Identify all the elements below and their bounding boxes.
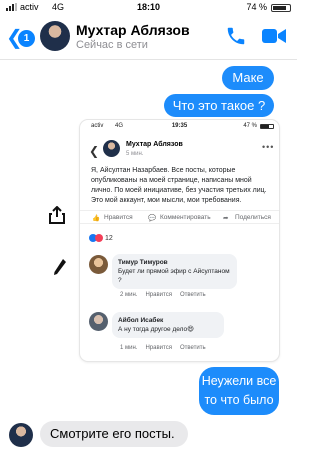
contact-status: Сейчас в сети — [76, 39, 148, 51]
message-outgoing[interactable]: Что это такое ? — [164, 94, 274, 117]
post-time: 5 мин. — [126, 151, 144, 157]
message-text: Маке — [232, 70, 264, 85]
comment-time: 1 мин. — [120, 345, 138, 351]
comment: Тимур Тимуров Будет ли прямой эфир с Айс… — [112, 254, 237, 289]
comment-reply: Ответить — [179, 345, 206, 351]
comment-meta: 1 мин. Нравится Ответить — [120, 345, 214, 351]
comment-like: Нравится — [145, 345, 172, 351]
reaction-count: 12 — [104, 234, 113, 242]
avatar[interactable] — [40, 21, 70, 51]
message-text: Неужели все то что было написано и сдела… — [201, 374, 277, 445]
comment-reply: Ответить — [179, 292, 206, 298]
message-outgoing[interactable]: Маке — [222, 66, 274, 90]
message-outgoing[interactable]: Неужели все то что было написано и сдела… — [199, 367, 279, 445]
chat-header: ❮ 1 Мухтар Аблязов Сейчас в сети — [0, 18, 297, 60]
comment-like: Нравится — [145, 292, 172, 298]
screenshot-status-bar: activ 4G 19:35 47 % — [80, 120, 279, 132]
comment-author: Айбол Исабек — [118, 317, 164, 324]
like-label: Нравится — [104, 214, 133, 221]
share-label: Поделиться — [235, 214, 271, 221]
share-icon[interactable] — [49, 206, 65, 224]
post-text: Я, Айсултан Назарбаев. Все посты, которы… — [91, 167, 267, 204]
comment-author: Тимур Тимуров — [118, 259, 168, 266]
pencil-icon[interactable] — [53, 258, 67, 276]
message-text: Смотрите его посты. — [50, 426, 175, 441]
video-camera-icon[interactable] — [262, 27, 286, 45]
avatar[interactable] — [9, 423, 33, 447]
attached-screenshot[interactable]: activ 4G 19:35 47 % ❮ Мухтар Аблязов 5 м… — [80, 120, 279, 361]
comment-text: Будет ли прямой эфир с Айсултаном ? — [118, 268, 230, 284]
message-text: Что это такое ? — [172, 98, 266, 113]
comment-time: 2 мин. — [120, 292, 138, 298]
battery-icon — [271, 4, 291, 12]
reactions: 12 — [89, 234, 113, 242]
comment-meta: 2 мин. Нравится Ответить — [120, 292, 214, 298]
message-incoming[interactable]: Смотрите его посты. — [40, 421, 188, 447]
unread-badge[interactable]: 1 — [18, 30, 35, 47]
contact-name[interactable]: Мухтар Аблязов — [76, 22, 190, 38]
like-icon: 👍 — [92, 215, 101, 222]
avatar — [89, 255, 108, 274]
comment-label: Комментировать — [160, 214, 211, 221]
status-bar: activ 4G 18:10 74 % — [0, 0, 297, 16]
post-author: Мухтар Аблязов — [126, 141, 183, 148]
more-icon: ••• — [262, 142, 275, 152]
battery-icon — [260, 124, 274, 129]
post-actions: 👍 Нравится 💬 Комментировать ➦ Поделиться — [80, 210, 279, 224]
avatar — [103, 140, 120, 157]
chevron-left-icon: ❮ — [89, 144, 100, 158]
phone-icon[interactable] — [225, 25, 247, 47]
love-reaction-icon — [95, 234, 103, 242]
share-arrow-icon: ➦ — [223, 215, 229, 222]
battery-percent: 47 % — [243, 123, 257, 129]
avatar — [89, 312, 108, 331]
comment-text: А ну тогда другое дело😄 — [118, 326, 194, 333]
comment: Айбол Исабек А ну тогда другое дело😄 — [112, 312, 224, 338]
battery-percent: 74 % — [246, 2, 267, 12]
comment-icon: 💬 — [148, 215, 157, 222]
